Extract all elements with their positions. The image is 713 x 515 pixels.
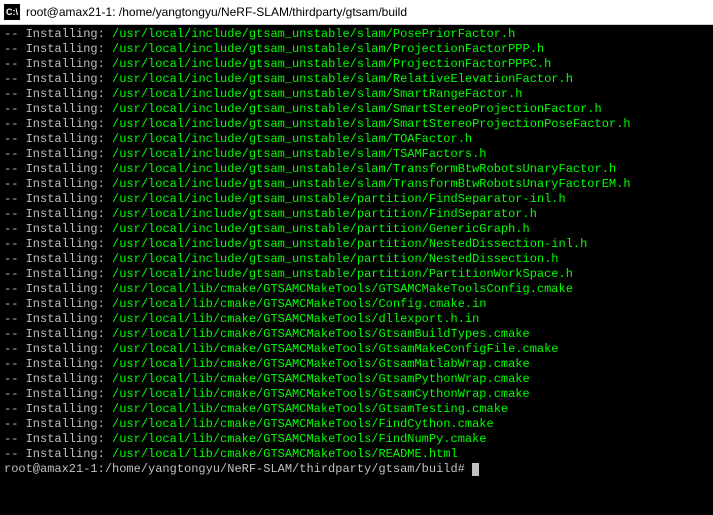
window-title: root@amax21-1: /home/yangtongyu/NeRF-SLA… — [26, 5, 407, 19]
output-line: -- Installing: /usr/local/include/gtsam_… — [4, 147, 709, 162]
output-line: -- Installing: /usr/local/include/gtsam_… — [4, 222, 709, 237]
output-line: -- Installing: /usr/local/include/gtsam_… — [4, 252, 709, 267]
terminal-icon: C:\ — [4, 4, 20, 20]
output-line: -- Installing: /usr/local/include/gtsam_… — [4, 102, 709, 117]
shell-prompt[interactable]: root@amax21-1:/home/yangtongyu/NeRF-SLAM… — [4, 462, 709, 477]
output-line: -- Installing: /usr/local/include/gtsam_… — [4, 57, 709, 72]
window-titlebar[interactable]: C:\ root@amax21-1: /home/yangtongyu/NeRF… — [0, 0, 713, 25]
output-line: -- Installing: /usr/local/include/gtsam_… — [4, 42, 709, 57]
cursor — [472, 463, 479, 476]
output-line: -- Installing: /usr/local/lib/cmake/GTSA… — [4, 402, 709, 417]
output-line: -- Installing: /usr/local/include/gtsam_… — [4, 192, 709, 207]
output-line: -- Installing: /usr/local/include/gtsam_… — [4, 87, 709, 102]
output-line: -- Installing: /usr/local/lib/cmake/GTSA… — [4, 432, 709, 447]
output-line: -- Installing: /usr/local/lib/cmake/GTSA… — [4, 327, 709, 342]
output-line: -- Installing: /usr/local/include/gtsam_… — [4, 237, 709, 252]
output-line: -- Installing: /usr/local/lib/cmake/GTSA… — [4, 417, 709, 432]
output-line: -- Installing: /usr/local/include/gtsam_… — [4, 27, 709, 42]
output-line: -- Installing: /usr/local/include/gtsam_… — [4, 132, 709, 147]
output-line: -- Installing: /usr/local/lib/cmake/GTSA… — [4, 447, 709, 462]
output-line: -- Installing: /usr/local/lib/cmake/GTSA… — [4, 312, 709, 327]
output-line: -- Installing: /usr/local/include/gtsam_… — [4, 267, 709, 282]
output-line: -- Installing: /usr/local/include/gtsam_… — [4, 207, 709, 222]
output-line: -- Installing: /usr/local/lib/cmake/GTSA… — [4, 342, 709, 357]
output-line: -- Installing: /usr/local/include/gtsam_… — [4, 117, 709, 132]
output-line: -- Installing: /usr/local/lib/cmake/GTSA… — [4, 297, 709, 312]
output-line: -- Installing: /usr/local/include/gtsam_… — [4, 72, 709, 87]
output-line: -- Installing: /usr/local/lib/cmake/GTSA… — [4, 282, 709, 297]
output-line: -- Installing: /usr/local/lib/cmake/GTSA… — [4, 357, 709, 372]
terminal-output[interactable]: -- Installing: /usr/local/include/gtsam_… — [0, 25, 713, 479]
output-line: -- Installing: /usr/local/include/gtsam_… — [4, 177, 709, 192]
output-line: -- Installing: /usr/local/include/gtsam_… — [4, 162, 709, 177]
output-line: -- Installing: /usr/local/lib/cmake/GTSA… — [4, 372, 709, 387]
output-line: -- Installing: /usr/local/lib/cmake/GTSA… — [4, 387, 709, 402]
